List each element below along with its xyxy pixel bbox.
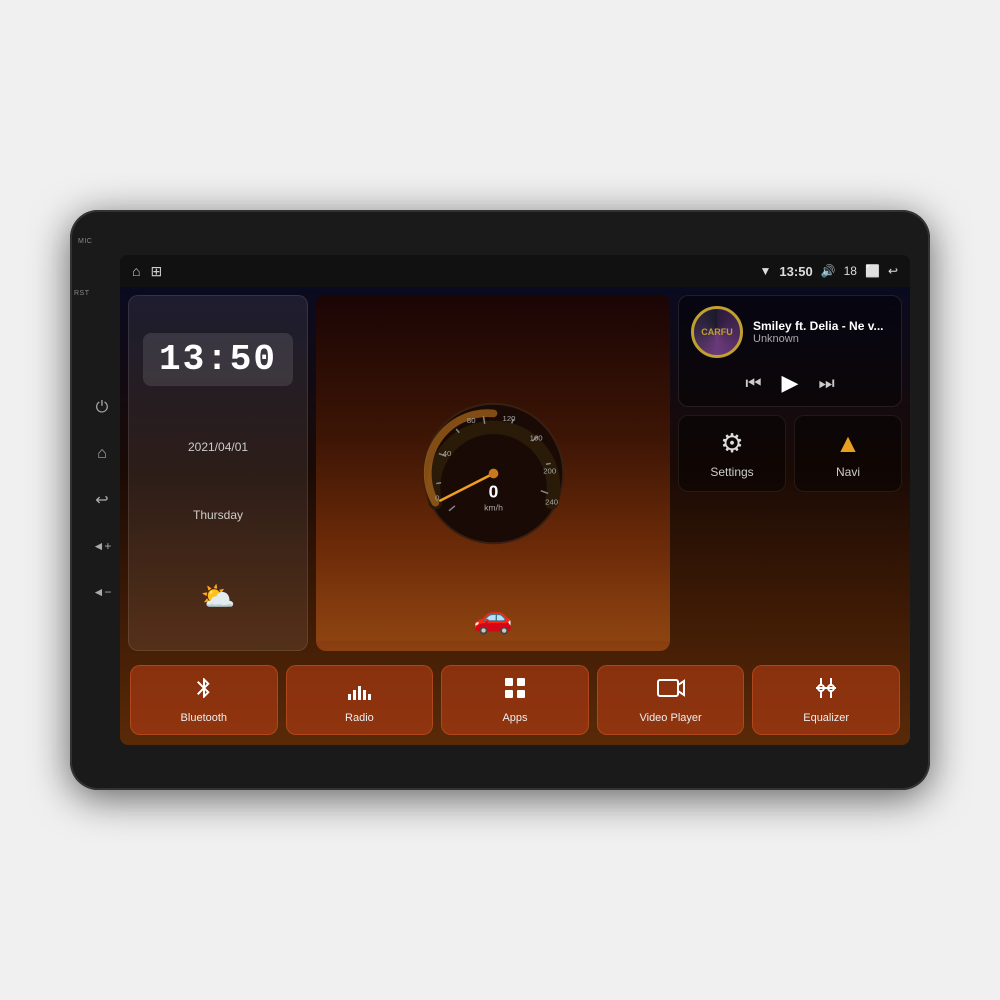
music-controls: ⏮ ▶ ⏭	[691, 370, 889, 396]
svg-text:40: 40	[442, 449, 451, 458]
prev-button[interactable]: ⏮	[745, 373, 761, 394]
speedometer-svg: 0 40 80 120 160 200 240 0 km/h	[416, 396, 571, 551]
bluetooth-button[interactable]: Bluetooth	[130, 665, 278, 735]
music-artist: Unknown	[753, 333, 889, 345]
volume-level: 18	[844, 264, 857, 278]
clock-widget[interactable]: 13:50 2021/04/01 Thursday ⛅	[128, 295, 308, 651]
volume-down-button[interactable]: ◄−	[88, 578, 116, 606]
status-bar: ⌂ ⊞ ▼ 13:50 🔊 18 ⬜ ↩	[120, 255, 910, 287]
music-title: Smiley ft. Delia - Ne v...	[753, 319, 889, 333]
car-head-unit: MIC RST ⏻ ⌂ ↩ ◄+ ◄− ⌂ ⊞ ▼ 13:50 🔊 18 ⬜ ↩	[70, 210, 930, 790]
util-widgets: ⚙ Settings ▲ Navi	[678, 415, 902, 492]
equalizer-button[interactable]: Equalizer	[752, 665, 900, 735]
next-button[interactable]: ⏭	[818, 373, 834, 394]
apps-status-icon[interactable]: ⊞	[150, 263, 162, 280]
home-button[interactable]: ⌂	[88, 440, 116, 468]
weather-icon: ⛅	[201, 580, 236, 613]
home-status-icon[interactable]: ⌂	[132, 263, 140, 280]
settings-icon: ⚙	[720, 428, 743, 459]
video-player-icon	[657, 676, 685, 706]
radio-button[interactable]: Radio	[286, 665, 434, 735]
window-status-icon: ⬜	[865, 264, 880, 278]
svg-text:240: 240	[545, 497, 558, 506]
navi-label: Navi	[836, 465, 860, 479]
equalizer-label: Equalizer	[803, 712, 849, 724]
wifi-icon: ▼	[760, 264, 772, 278]
music-info: Smiley ft. Delia - Ne v... Unknown	[753, 319, 889, 345]
settings-label: Settings	[710, 465, 753, 479]
radio-icon	[346, 676, 372, 706]
bottom-bar: Bluetooth Radio	[120, 659, 910, 745]
power-button[interactable]: ⏻	[88, 394, 116, 422]
music-widget[interactable]: CARFU Smiley ft. Delia - Ne v... Unknown…	[678, 295, 902, 407]
screen: ⌂ ⊞ ▼ 13:50 🔊 18 ⬜ ↩ 13:50 2021/04/01	[120, 255, 910, 745]
svg-text:160: 160	[529, 433, 542, 442]
navi-icon: ▲	[835, 428, 861, 459]
back-status-icon: ↩	[888, 264, 898, 278]
right-column: CARFU Smiley ft. Delia - Ne v... Unknown…	[678, 295, 902, 651]
clock-date: 2021/04/01	[188, 440, 248, 454]
bluetooth-label: Bluetooth	[181, 712, 227, 724]
bluetooth-icon	[192, 676, 216, 706]
music-top: CARFU Smiley ft. Delia - Ne v... Unknown	[691, 306, 889, 358]
apps-button[interactable]: Apps	[441, 665, 589, 735]
svg-text:120: 120	[502, 414, 515, 423]
svg-text:0: 0	[435, 493, 439, 502]
svg-text:200: 200	[543, 466, 556, 475]
radio-label: Radio	[345, 712, 374, 724]
status-right-info: ▼ 13:50 🔊 18 ⬜ ↩	[760, 264, 898, 279]
clock-day: Thursday	[193, 508, 243, 522]
album-art: CARFU	[691, 306, 743, 358]
equalizer-icon	[813, 676, 839, 706]
speedometer-widget: 0 40 80 120 160 200 240 0 km/h	[316, 295, 670, 651]
status-time: 13:50	[779, 264, 812, 279]
volume-status-icon: 🔊	[821, 264, 836, 278]
left-controls: ⏻ ⌂ ↩ ◄+ ◄−	[84, 210, 120, 790]
volume-up-button[interactable]: ◄+	[88, 532, 116, 560]
apps-icon	[503, 676, 527, 706]
play-button[interactable]: ▶	[782, 370, 799, 396]
top-section: 13:50 2021/04/01 Thursday ⛅	[120, 287, 910, 659]
back-button[interactable]: ↩	[88, 486, 116, 514]
svg-text:km/h: km/h	[484, 502, 503, 512]
apps-label: Apps	[502, 712, 527, 724]
car-silhouette: 🚗	[473, 598, 513, 636]
navi-widget[interactable]: ▲ Navi	[794, 415, 902, 492]
main-content: 13:50 2021/04/01 Thursday ⛅	[120, 287, 910, 745]
video-player-label: Video Player	[639, 712, 701, 724]
svg-text:0: 0	[488, 481, 498, 501]
svg-text:80: 80	[466, 416, 475, 425]
video-player-button[interactable]: Video Player	[597, 665, 745, 735]
settings-widget[interactable]: ⚙ Settings	[678, 415, 786, 492]
status-left-icons: ⌂ ⊞	[132, 263, 162, 280]
clock-time: 13:50	[143, 333, 293, 386]
